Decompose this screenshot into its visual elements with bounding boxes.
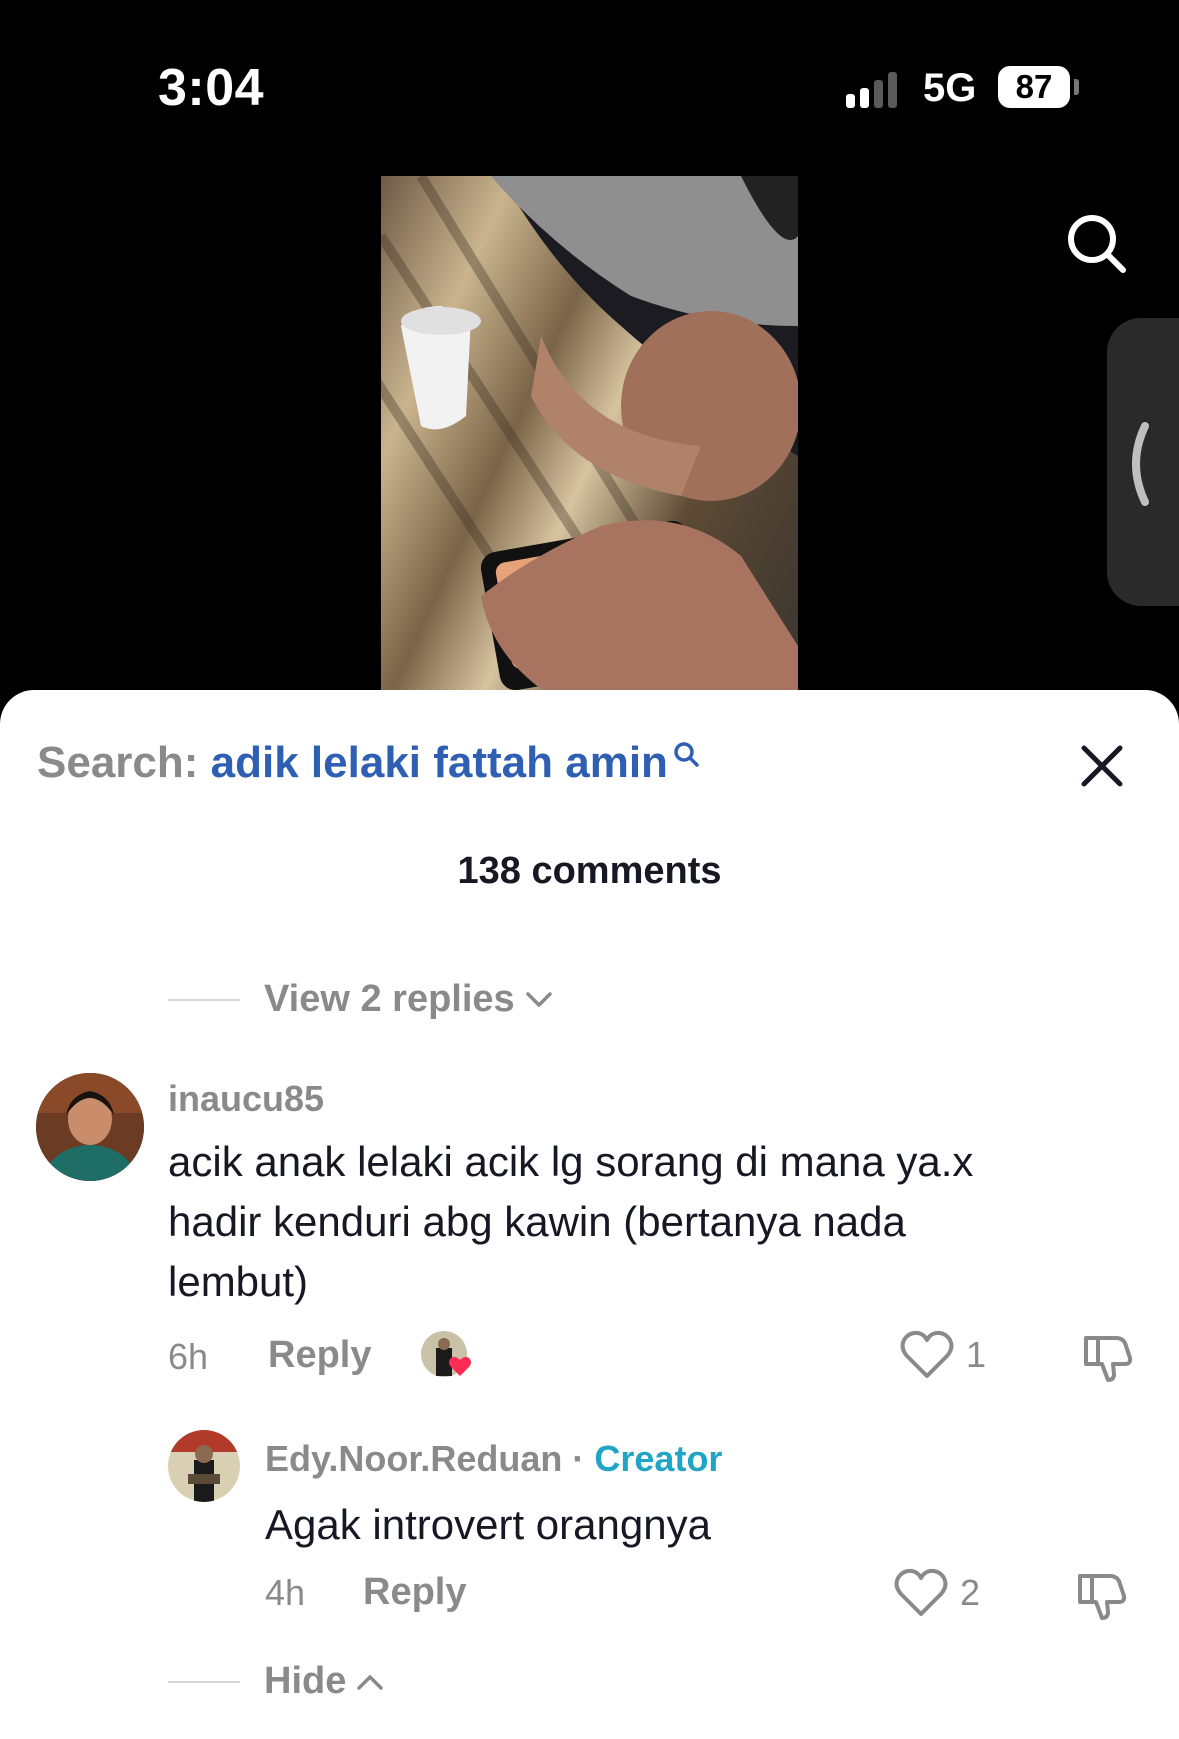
dislike-icon[interactable] [1074, 1568, 1128, 1622]
reply-button[interactable]: Reply [363, 1571, 466, 1614]
like-button[interactable]: 1 [900, 1330, 986, 1380]
signal-icon [846, 70, 906, 108]
like-count: 1 [966, 1334, 987, 1375]
side-panel-handle[interactable] [1107, 318, 1179, 606]
comment-username[interactable]: Edy.Noor.Reduan · Creator [265, 1438, 722, 1480]
reply-button[interactable]: Reply [268, 1334, 371, 1377]
battery-tip [1074, 79, 1079, 95]
creator-liked-badge [420, 1330, 471, 1378]
view-replies-button[interactable]: View 2 replies [168, 978, 553, 1021]
comment-time: 4h [265, 1572, 306, 1613]
creator-badge: Creator [594, 1438, 723, 1479]
network-label: 5G [923, 66, 977, 110]
comment-text-line: acik anak lelaki acik lg sorang di mana … [168, 1138, 974, 1185]
comment-text: Agak introvert orangnya [265, 1501, 711, 1548]
status-time: 3:04 [158, 59, 265, 117]
search-icon[interactable] [1063, 210, 1129, 276]
comment-text-line: lembut) [168, 1258, 309, 1305]
comment-text-line: hadir kenduri abg kawin (bertanya nada [168, 1198, 906, 1245]
side-panel-chevron-icon [1132, 422, 1149, 506]
search-icon [674, 742, 699, 767]
avatar-image [168, 1430, 240, 1502]
divider-line [168, 998, 240, 1001]
heart-icon [894, 1568, 948, 1616]
heart-icon [900, 1330, 954, 1378]
video-frame-image [381, 176, 798, 696]
hide-replies-label: Hide [264, 1660, 347, 1702]
creator-avatar-heart-icon [421, 1331, 471, 1377]
hide-replies-button[interactable]: Hide [168, 1660, 384, 1703]
view-replies-label: View 2 replies [264, 978, 515, 1020]
comments-sheet: Search: adik lelaki fattah amin 138 comm… [0, 690, 1179, 1739]
close-icon[interactable] [1076, 740, 1128, 792]
comments-count: 138 comments [457, 850, 722, 892]
chevron-up-icon [357, 1674, 384, 1690]
comment-username[interactable]: inaucu85 [168, 1078, 324, 1120]
comment-time: 6h [168, 1336, 209, 1377]
search-query-link[interactable]: adik lelaki fattah amin [211, 738, 668, 787]
search-suggestion[interactable]: Search: adik lelaki fattah amin [37, 738, 700, 788]
chevron-down-icon [525, 991, 552, 1007]
avatar-image [36, 1073, 144, 1181]
like-count: 2 [960, 1572, 981, 1613]
video-player[interactable] [381, 176, 798, 696]
username-separator: · [572, 1438, 585, 1479]
search-prefix: Search: [37, 738, 199, 787]
dislike-icon[interactable] [1080, 1330, 1134, 1384]
divider-line [168, 1680, 240, 1683]
battery-indicator: 87 [998, 66, 1070, 108]
status-bar: 3:04 5G 87 [0, 0, 1179, 170]
avatar[interactable] [36, 1073, 144, 1181]
avatar[interactable] [168, 1430, 240, 1502]
like-button[interactable]: 2 [894, 1568, 980, 1618]
comment-text: acik anak lelaki acik lg sorang di mana … [168, 1132, 1098, 1312]
comment-username-text: Edy.Noor.Reduan [265, 1438, 563, 1479]
